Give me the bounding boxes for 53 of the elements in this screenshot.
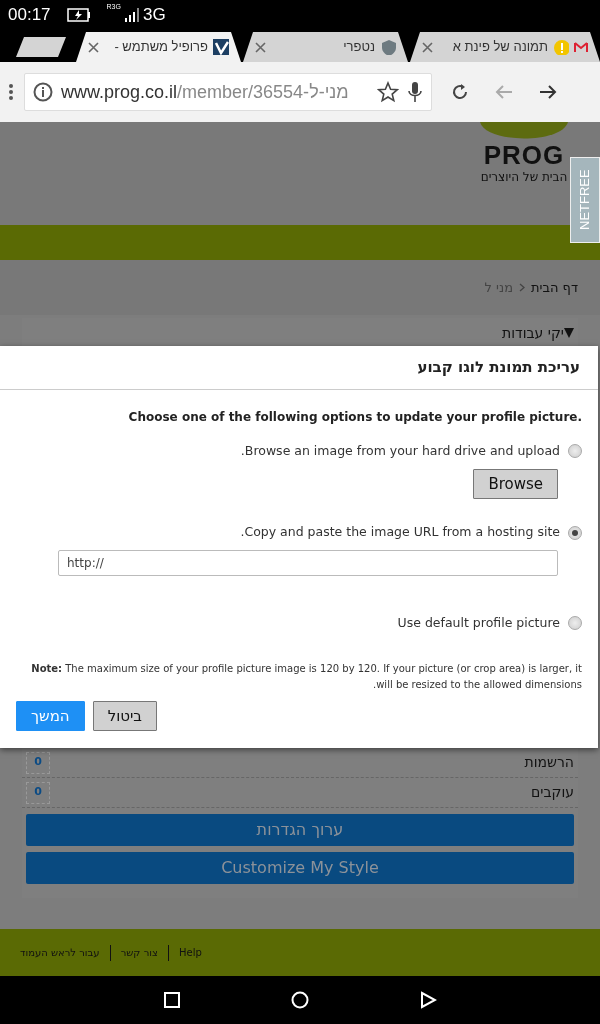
option-label: Copy and paste the image URL from a hosting site. (240, 523, 560, 542)
close-icon[interactable] (255, 41, 266, 53)
footer-link[interactable]: Help (178, 945, 202, 960)
warning-icon (553, 39, 569, 55)
tab-title: תמונה של פינת א (451, 38, 548, 57)
battery-icon (66, 8, 91, 22)
instruction-text: Choose one of the following options to update your profile picture. (127, 409, 582, 426)
stat-count: 0 (26, 781, 50, 804)
browse-button[interactable]: Browse (473, 468, 558, 500)
radio-button[interactable] (568, 525, 582, 540)
network-label: 3G (142, 4, 166, 27)
shield-icon (380, 39, 396, 55)
tab-title: נטפרי (342, 38, 375, 57)
logo-tagline: הבית של היוצרים (480, 169, 568, 186)
signal-icon (124, 8, 139, 22)
settings-button[interactable]: Customize My Style (26, 852, 574, 884)
v-logo-icon (213, 39, 229, 55)
microphone-icon[interactable] (407, 81, 423, 103)
browser-tab[interactable]: תמונה של פינת א (410, 32, 600, 62)
cancel-button[interactable]: ביטול (92, 700, 158, 732)
chevron-icon (519, 283, 525, 292)
star-icon[interactable] (377, 81, 399, 103)
radio-button[interactable] (568, 444, 582, 459)
continue-button[interactable]: המשך (16, 700, 85, 732)
stat-label: עוקבים (530, 783, 574, 802)
option-label: Use default profile picture (397, 614, 560, 632)
stat-count: 0 (26, 751, 50, 774)
reload-icon[interactable] (450, 82, 470, 102)
back-triangle-icon[interactable] (419, 991, 437, 1009)
home-icon[interactable] (291, 991, 309, 1009)
radio-button[interactable] (568, 616, 582, 631)
dialog-title: עריכת תמונת לוגו קבוע (417, 357, 580, 379)
breadcrumb-link[interactable]: דף הבית (531, 277, 578, 298)
url-field[interactable]: http:// (58, 550, 558, 576)
browser-tab[interactable]: נטפרי (243, 32, 408, 62)
logo-text: PROG (483, 142, 565, 168)
close-icon[interactable] (88, 41, 99, 53)
footer-link[interactable]: צור קשר (120, 945, 158, 960)
stat-label: הרשמות (524, 753, 574, 772)
note-text: Note: The maximum size of your profile picture image is 120 by 120. If your picture (or crop area) is larger, it will be resized to the allowed dimensions. (30, 661, 582, 692)
browser-tab[interactable]: פרופיל משתמש - (76, 32, 241, 62)
new-tab-button[interactable] (16, 37, 66, 57)
settings-button[interactable]: ערוך הגדרות (26, 814, 574, 846)
menu-icon[interactable] (8, 83, 14, 101)
close-icon[interactable] (422, 41, 433, 53)
recents-icon[interactable] (163, 991, 181, 1009)
tab-title: פרופיל משתמש - (113, 38, 208, 57)
clock: 00:17 (8, 4, 51, 27)
option-label: Browse an image from your hard drive and upload. (240, 442, 560, 460)
info-icon (33, 82, 53, 102)
panel-heading: יקי עבודות (502, 323, 564, 343)
footer-link[interactable]: עבור לראש העמוד (20, 945, 100, 960)
envelope-icon (574, 41, 588, 53)
